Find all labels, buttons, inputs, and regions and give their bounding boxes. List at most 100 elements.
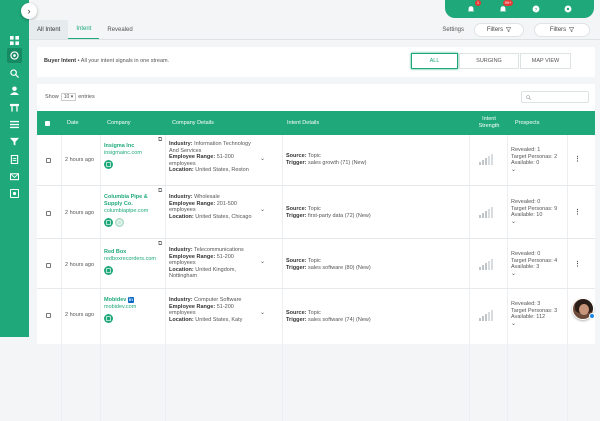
profile-icon xyxy=(106,268,111,273)
settings-icon xyxy=(10,189,19,198)
settings-button[interactable] xyxy=(563,4,573,14)
employee-range-label: Employee Range xyxy=(169,303,214,310)
external-link-icon[interactable]: ⧉ xyxy=(158,241,162,248)
personas-label: Target Personas xyxy=(511,307,552,314)
filters-button[interactable]: Filters xyxy=(474,22,524,37)
row-checkbox[interactable] xyxy=(46,211,51,216)
sidebar-item-companies[interactable] xyxy=(7,100,22,115)
row-menu-button[interactable]: ⋮ xyxy=(574,260,581,268)
company-profile-button[interactable] xyxy=(104,218,113,227)
company-name[interactable]: Mobidev xyxy=(104,297,126,303)
sidebar-item-intent[interactable] xyxy=(7,48,22,63)
alerts-button[interactable]: 99+ xyxy=(498,0,514,14)
sidebar-collapse-toggle[interactable]: › xyxy=(21,3,37,19)
personas-label: Target Personas xyxy=(511,205,552,212)
available-label: Available xyxy=(511,160,534,166)
company-name[interactable]: Red Box xyxy=(104,249,166,256)
company-domain[interactable]: columbiapipe.com xyxy=(104,208,158,215)
sidebar: › xyxy=(0,0,37,337)
chevron-down-icon[interactable]: ⌄ xyxy=(511,167,557,174)
row-checkbox[interactable] xyxy=(46,158,51,163)
tab-intent[interactable]: Intent xyxy=(68,20,100,39)
view-surging-button[interactable]: SURGING xyxy=(459,53,519,69)
tab-revealed[interactable]: Revealed xyxy=(99,20,140,39)
employee-range-value: 51-200 xyxy=(215,253,234,260)
company-domain[interactable]: insigmainc.com xyxy=(104,150,166,157)
table-row[interactable]: 2 hours ago Insigma Inc insigmainc.com ⧉… xyxy=(37,135,595,186)
company-domain[interactable]: mobidev.com xyxy=(104,304,166,311)
row-checkbox[interactable] xyxy=(46,263,51,268)
personas-value: 9 xyxy=(552,205,558,212)
company-name[interactable]: Insigma Inc xyxy=(104,143,166,150)
chevron-down-icon[interactable]: ⌄ xyxy=(511,219,557,226)
view-all-button[interactable]: ALL xyxy=(411,53,458,69)
bell-icon xyxy=(467,6,475,12)
sidebar-item-documents[interactable] xyxy=(7,152,22,167)
company-domain[interactable]: redboxrecorders.com xyxy=(104,256,166,263)
company-secondary-button[interactable] xyxy=(115,218,124,227)
company-profile-button[interactable] xyxy=(104,160,113,169)
chevron-down-icon[interactable]: ⌄ xyxy=(260,309,265,316)
header-intent-details[interactable]: Intent Details xyxy=(287,111,319,135)
sidebar-item-email[interactable] xyxy=(7,169,22,184)
source-label: Source xyxy=(286,258,305,264)
header-company[interactable]: Company xyxy=(107,111,131,135)
table-row[interactable]: 2 hours ago Mobidev in mobidev.com Indus… xyxy=(37,289,595,344)
filters-button-secondary[interactable]: Filters xyxy=(534,22,590,37)
sidebar-item-contacts[interactable] xyxy=(7,83,22,98)
notifications-button[interactable]: 1 xyxy=(466,0,482,14)
prospects-summary: Revealed: 0 Target Personas: 9 Available… xyxy=(511,199,557,225)
available-value: 3 xyxy=(534,264,540,270)
notification-badge: 1 xyxy=(474,0,482,6)
row-checkbox[interactable] xyxy=(46,313,51,318)
chevron-down-icon[interactable]: ⌄ xyxy=(511,271,557,278)
table-row[interactable]: 2 hours ago Red Box redboxrecorders.com … xyxy=(37,239,595,289)
intent-details: Source: Topic Trigger: first-party data … xyxy=(286,206,371,220)
topbar-actions: 1 99+ ? xyxy=(445,0,594,18)
tab-all-intent[interactable]: All Intent xyxy=(29,20,69,39)
sidebar-item-dashboard[interactable] xyxy=(7,33,22,48)
linkedin-icon[interactable]: in xyxy=(127,297,134,303)
header-prospects[interactable]: Prospects xyxy=(515,111,539,135)
trigger-label: Trigger xyxy=(286,265,305,271)
personas-label: Target Personas xyxy=(511,257,552,264)
available-value: 10 xyxy=(534,212,543,218)
chevron-down-icon[interactable]: ⌄ xyxy=(260,206,265,213)
header-intent-strength[interactable]: Intent Strength xyxy=(473,111,505,135)
sidebar-item-filters[interactable] xyxy=(7,134,22,149)
settings-link[interactable]: Settings xyxy=(442,27,464,33)
trigger-value: first-party data (72) (New) xyxy=(306,213,371,219)
select-all-checkbox[interactable] xyxy=(45,120,50,126)
available-value: 0 xyxy=(534,160,540,166)
buyer-intent-title: Buyer Intent xyxy=(44,58,77,64)
help-button[interactable]: ? xyxy=(531,4,541,14)
company-profile-button[interactable] xyxy=(104,314,113,323)
sidebar-item-lists[interactable] xyxy=(7,117,22,132)
sidebar-item-search[interactable] xyxy=(7,66,22,81)
page-length-value: 10 xyxy=(63,94,70,100)
table-search-input[interactable] xyxy=(521,91,589,103)
employee-range-value: 51-200 xyxy=(215,303,234,310)
header-date[interactable]: Date xyxy=(67,111,79,135)
chevron-down-icon[interactable]: ⌄ xyxy=(260,155,265,162)
sidebar-item-settings[interactable] xyxy=(7,186,22,201)
intent-table-panel: Show 10 ▾ entries Date Company Company D… xyxy=(37,84,595,421)
help-icon: ? xyxy=(532,5,540,13)
employee-range-label: Employee Range xyxy=(169,200,214,207)
external-link-icon[interactable]: ⧉ xyxy=(158,137,162,144)
header-company-details[interactable]: Company Details xyxy=(172,111,214,135)
filter-icon xyxy=(10,137,19,146)
row-menu-button[interactable]: ⋮ xyxy=(574,155,581,163)
external-link-icon[interactable]: ⧉ xyxy=(158,188,162,195)
row-menu-button[interactable]: ⋮ xyxy=(574,208,581,216)
company-details: Industry: Telecommunications Employee Ra… xyxy=(169,247,259,280)
chevron-down-icon[interactable]: ⌄ xyxy=(260,258,265,265)
company-name[interactable]: Columbia Pipe & Supply Co. xyxy=(104,194,158,208)
page-length-select[interactable]: 10 ▾ xyxy=(60,93,77,101)
table-row[interactable]: 2 hours ago Columbia Pipe & Supply Co. c… xyxy=(37,186,595,239)
source-value: Topic xyxy=(306,206,321,212)
view-map-button[interactable]: MAP VIEW xyxy=(520,53,571,69)
revealed-label: Revealed xyxy=(511,199,535,205)
chevron-down-icon[interactable]: ⌄ xyxy=(511,321,557,328)
company-profile-button[interactable] xyxy=(104,266,113,275)
